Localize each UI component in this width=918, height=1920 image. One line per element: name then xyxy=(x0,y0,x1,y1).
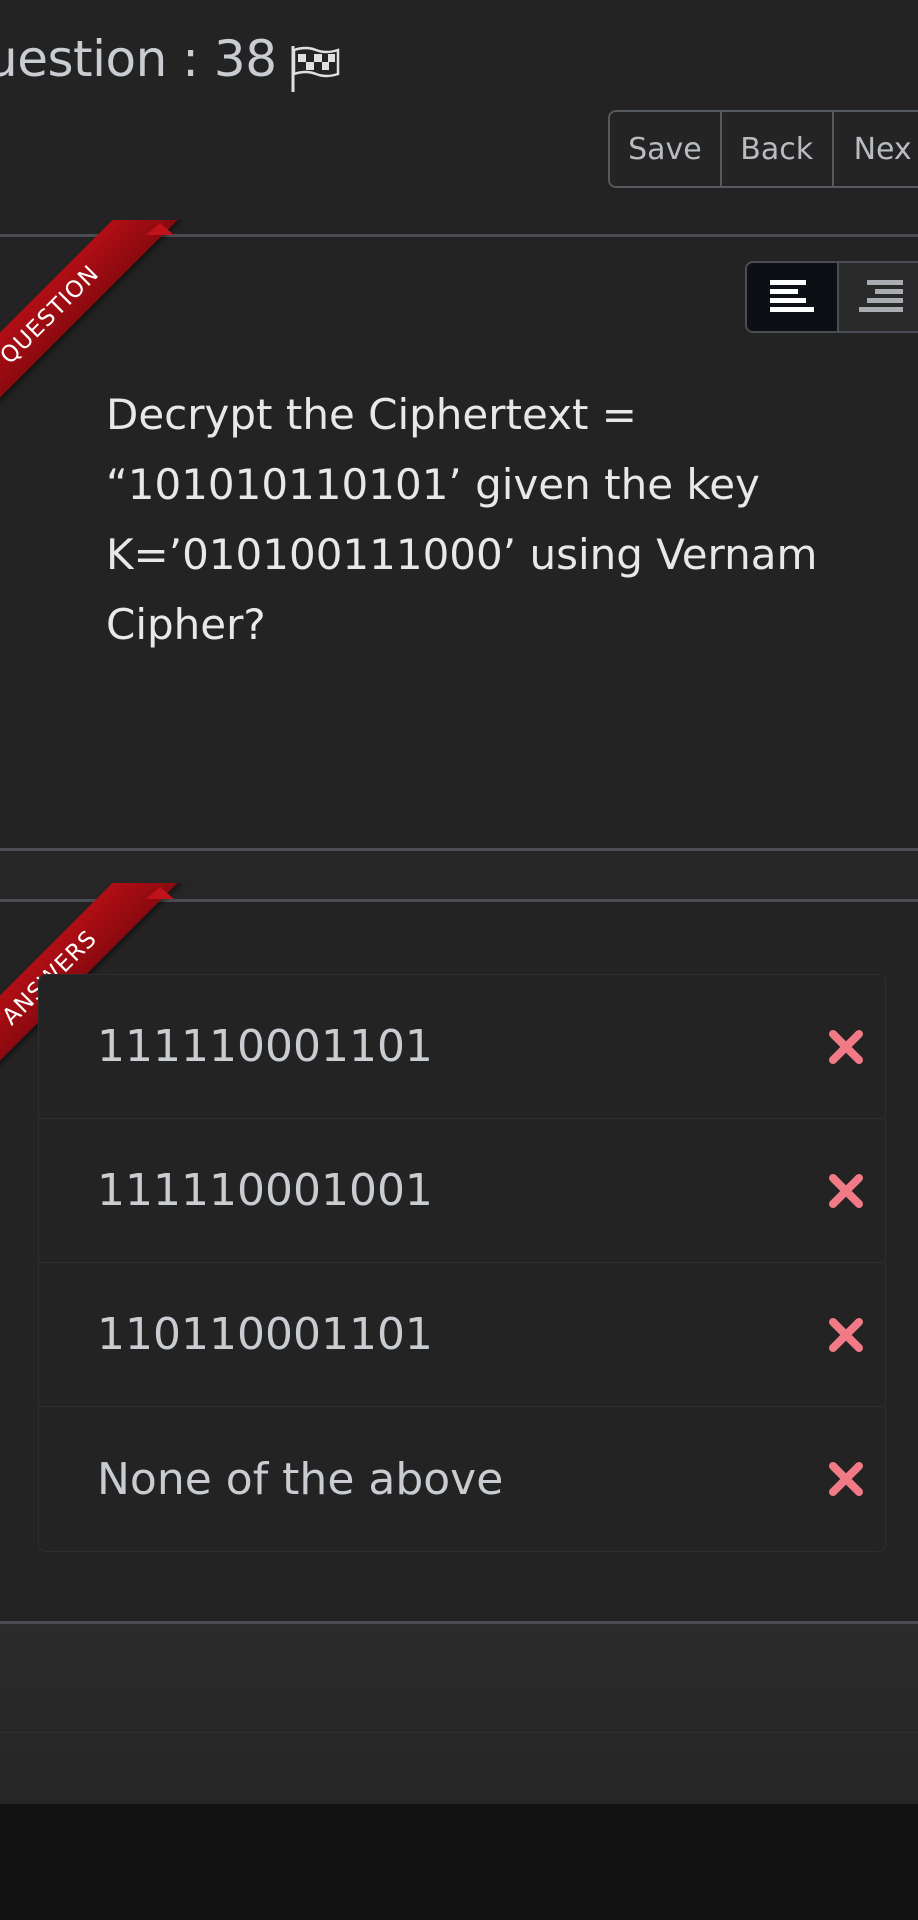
question-number-title: uestion : 38 xyxy=(0,30,277,88)
content-area: uestion : 38 Save Back Nex QUESTION Decr… xyxy=(0,0,918,1804)
answer-option-4[interactable]: None of the above xyxy=(39,1407,885,1551)
align-left-button[interactable] xyxy=(747,263,839,331)
next-button[interactable]: Nex xyxy=(833,112,918,186)
text-alignment-toggle xyxy=(745,261,918,333)
question-ribbon-fold xyxy=(146,223,174,235)
wrong-x-icon xyxy=(829,1029,863,1064)
question-text: Decrypt the Ciphertext = “101010110101’ … xyxy=(106,390,818,649)
answer-option-label: None of the above xyxy=(97,1453,504,1505)
answer-option-3[interactable]: 110110001101 xyxy=(39,1263,885,1407)
answer-option-label: 110110001101 xyxy=(97,1309,433,1360)
back-button[interactable]: Back xyxy=(721,112,834,186)
answer-option-label: 111110001001 xyxy=(97,1165,433,1216)
align-right-button[interactable] xyxy=(839,263,918,331)
wrong-x-icon xyxy=(829,1317,863,1352)
answer-option-1[interactable]: 111110001101 xyxy=(39,975,885,1119)
navigation-button-group: Save Back Nex xyxy=(608,110,918,188)
footer-band xyxy=(0,1624,918,1804)
align-right-icon xyxy=(859,280,903,312)
wrong-x-icon xyxy=(829,1173,863,1208)
answer-option-label: 111110001101 xyxy=(97,1021,433,1072)
align-left-icon xyxy=(770,280,814,312)
footer-divider xyxy=(0,1732,918,1733)
answer-option-2[interactable]: 111110001001 xyxy=(39,1119,885,1263)
answers-list: 111110001101 111110001001 110110001101 N… xyxy=(38,974,886,1552)
flag-icon[interactable] xyxy=(288,44,342,94)
wrong-x-icon xyxy=(829,1462,863,1496)
save-button[interactable]: Save xyxy=(610,112,722,186)
quiz-page: uestion : 38 Save Back Nex QUESTION Decr… xyxy=(0,0,918,1920)
answers-ribbon-fold xyxy=(146,887,174,899)
